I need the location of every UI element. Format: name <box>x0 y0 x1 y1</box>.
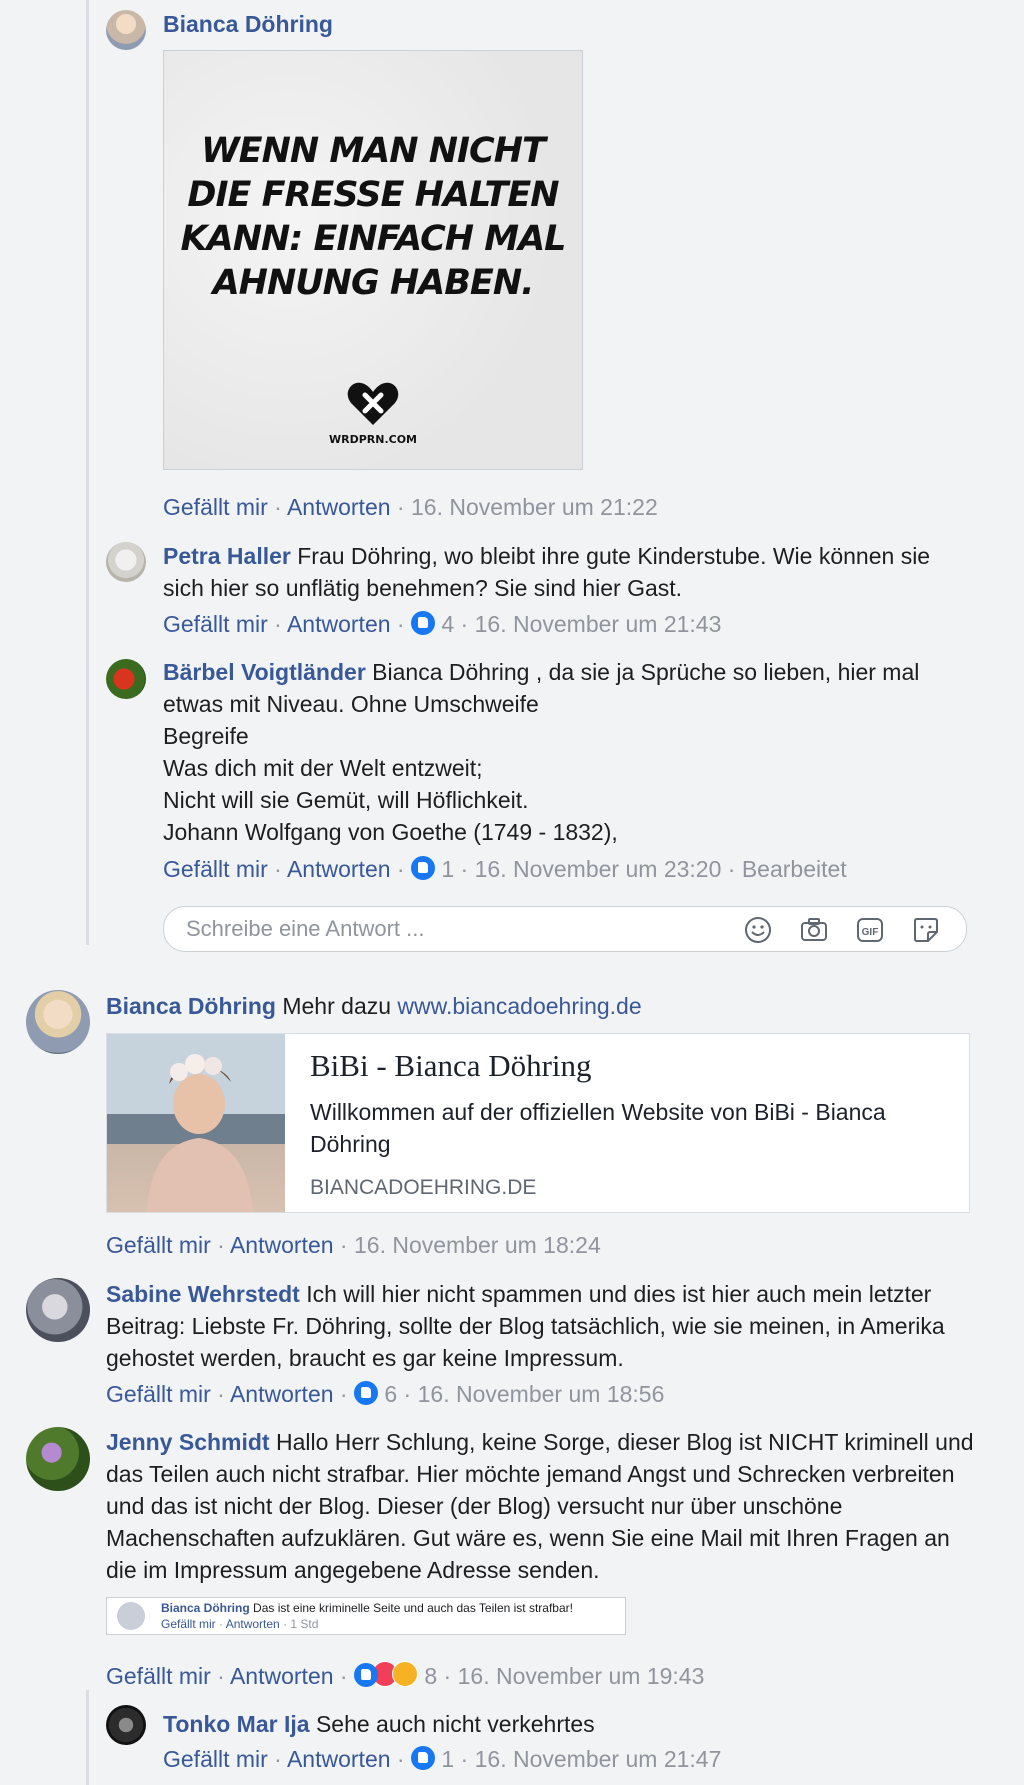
like-link[interactable]: Gefällt mir <box>106 1232 211 1258</box>
reply-link[interactable]: Antworten <box>287 611 391 637</box>
reaction-count[interactable]: 4 <box>441 611 454 637</box>
comment-author[interactable]: Petra Haller <box>163 543 291 569</box>
like-reaction-icon[interactable] <box>353 1381 378 1405</box>
comment-actions: Gefällt mir · Antworten · 6 · 16. Novemb… <box>106 1381 665 1407</box>
comment-body: Sabine Wehrstedt Ich will hier nicht spa… <box>106 1278 986 1374</box>
reaction-count[interactable]: 6 <box>384 1381 397 1407</box>
quoted-actions: Gefällt mir · Antworten · 1 Std <box>161 1617 319 1631</box>
link-description: Willkommen auf der offiziellen Website v… <box>310 1099 886 1157</box>
comment-line: Johann Wolfgang von Goethe (1749 - 1832)… <box>163 819 618 845</box>
image-caption: WENN MAN NICHT DIE FRESSE HALTEN KANN: E… <box>180 131 567 303</box>
like-link[interactable]: Gefällt mir <box>163 611 268 637</box>
comment-author[interactable]: Tonko Mar Ija <box>163 1711 310 1737</box>
reaction-count[interactable]: 1 <box>441 856 454 882</box>
quoted-comment[interactable]: Bianca Döhring Das ist eine kriminelle S… <box>106 1597 626 1635</box>
comment-actions: Gefällt mir · Antworten · 1 · 16. Novemb… <box>163 856 847 882</box>
gif-icon[interactable]: GIF <box>856 916 884 944</box>
comment-author[interactable]: Bärbel Voigtländer <box>163 659 366 685</box>
link-preview-image[interactable] <box>107 1034 285 1212</box>
emoji-icon[interactable] <box>744 916 772 944</box>
svg-text:GIF: GIF <box>862 927 879 938</box>
like-reaction-icon[interactable] <box>410 611 435 635</box>
timestamp[interactable]: 16. November um 18:24 <box>354 1232 601 1258</box>
link-preview-card[interactable]: BiBi - Bianca Döhring Willkommen auf der… <box>106 1033 970 1213</box>
avatar[interactable] <box>106 659 146 699</box>
link-domain: BIANCADOEHRING.DE <box>310 1176 537 1199</box>
avatar <box>117 1602 145 1630</box>
avatar[interactable] <box>26 1427 90 1491</box>
reply-placeholder: Schreibe eine Antwort ... <box>186 916 425 941</box>
comment-author[interactable]: Sabine Wehrstedt <box>106 1281 300 1307</box>
avatar[interactable] <box>106 10 146 50</box>
avatar[interactable] <box>26 1278 90 1342</box>
reply-link[interactable]: Antworten <box>230 1381 334 1407</box>
comment-body: Bärbel Voigtländer Bianca Döhring , da s… <box>163 656 943 848</box>
comment-line: Begreife <box>163 723 249 749</box>
reaction-count[interactable]: 8 <box>424 1663 437 1689</box>
quoted-comment-body: Bianca Döhring Das ist eine kriminelle S… <box>161 1601 573 1615</box>
comment-line: Was dich mit der Welt entzweit; <box>163 755 483 781</box>
avatar[interactable] <box>106 1705 146 1745</box>
timestamp[interactable]: 16. November um 23:20 <box>475 856 722 882</box>
comment-actions: Gefällt mir · Antworten · 16. November u… <box>163 494 658 520</box>
camera-icon[interactable] <box>800 916 828 944</box>
timestamp[interactable]: 16. November um 19:43 <box>458 1663 705 1689</box>
heart-logo-icon <box>347 382 399 425</box>
timestamp[interactable]: 16. November um 18:56 <box>418 1381 665 1407</box>
comment-body: Bianca Döhring Mehr dazu www.biancadoehr… <box>106 990 642 1022</box>
timestamp[interactable]: 16. November um 21:43 <box>475 611 722 637</box>
like-link[interactable]: Gefällt mir <box>163 494 268 520</box>
reply-link[interactable]: Antworten <box>287 856 391 882</box>
reply-link[interactable]: Antworten <box>230 1663 334 1689</box>
comment-link[interactable]: www.biancadoehring.de <box>397 993 641 1019</box>
comment-actions: Gefällt mir · Antworten · 8 · 16. Novemb… <box>106 1661 705 1689</box>
comment-body: Petra Haller Frau Döhring, wo bleibt ihr… <box>163 540 943 604</box>
quoted-text: Das ist eine kriminelle Seite und auch d… <box>253 1601 573 1615</box>
like-link[interactable]: Gefällt mir <box>106 1663 211 1689</box>
quoted-author: Bianca Döhring <box>161 1601 250 1615</box>
like-reaction-icon[interactable] <box>353 1663 378 1687</box>
like-link[interactable]: Gefällt mir <box>106 1381 211 1407</box>
image-brand: WRDPRN.COM <box>328 433 418 446</box>
like-reaction-icon[interactable] <box>410 1746 435 1770</box>
timestamp[interactable]: 16. November um 21:47 <box>475 1746 722 1772</box>
comment-author[interactable]: Bianca Döhring <box>163 8 333 40</box>
comment-line: Nicht will sie Gemüt, will Höflichkeit. <box>163 787 529 813</box>
edited-label[interactable]: Bearbeitet <box>742 856 847 882</box>
wow-reaction-icon[interactable] <box>391 1661 418 1687</box>
comment-author[interactable]: Bianca Döhring <box>106 993 276 1019</box>
comment-actions: Gefällt mir · Antworten · 4 · 16. Novemb… <box>163 611 722 637</box>
sticker-icon[interactable] <box>912 916 940 944</box>
reply-input[interactable]: Schreibe eine Antwort ... GIF <box>163 906 967 952</box>
like-link[interactable]: Gefällt mir <box>163 1746 268 1772</box>
comment-author[interactable]: Jenny Schmidt <box>106 1429 270 1455</box>
like-reaction-icon[interactable] <box>410 856 435 880</box>
avatar[interactable] <box>106 542 146 582</box>
person-photo <box>107 1034 285 1212</box>
comment-body: Jenny Schmidt Hallo Herr Schlung, keine … <box>106 1426 986 1586</box>
like-link[interactable]: Gefällt mir <box>163 856 268 882</box>
reply-link[interactable]: Antworten <box>287 494 391 520</box>
thread-line <box>86 1690 89 1785</box>
timestamp[interactable]: 16. November um 21:22 <box>411 494 658 520</box>
comment-text: Mehr dazu <box>282 993 392 1019</box>
link-title[interactable]: BiBi - Bianca Döhring <box>310 1048 592 1084</box>
comment-image[interactable]: WENN MAN NICHT DIE FRESSE HALTEN KANN: E… <box>163 50 583 470</box>
comment-actions: Gefällt mir · Antworten · 16. November u… <box>106 1232 601 1258</box>
reply-link[interactable]: Antworten <box>287 1746 391 1772</box>
thread-line <box>86 0 89 945</box>
reaction-count[interactable]: 1 <box>441 1746 454 1772</box>
avatar[interactable] <box>26 990 90 1054</box>
comment-actions: Gefällt mir · Antworten · 1 · 16. Novemb… <box>163 1746 722 1772</box>
comment-body: Tonko Mar Ija Sehe auch nicht verkehrtes <box>163 1708 595 1740</box>
comment-text: Sehe auch nicht verkehrtes <box>315 1711 595 1737</box>
reply-link[interactable]: Antworten <box>230 1232 334 1258</box>
